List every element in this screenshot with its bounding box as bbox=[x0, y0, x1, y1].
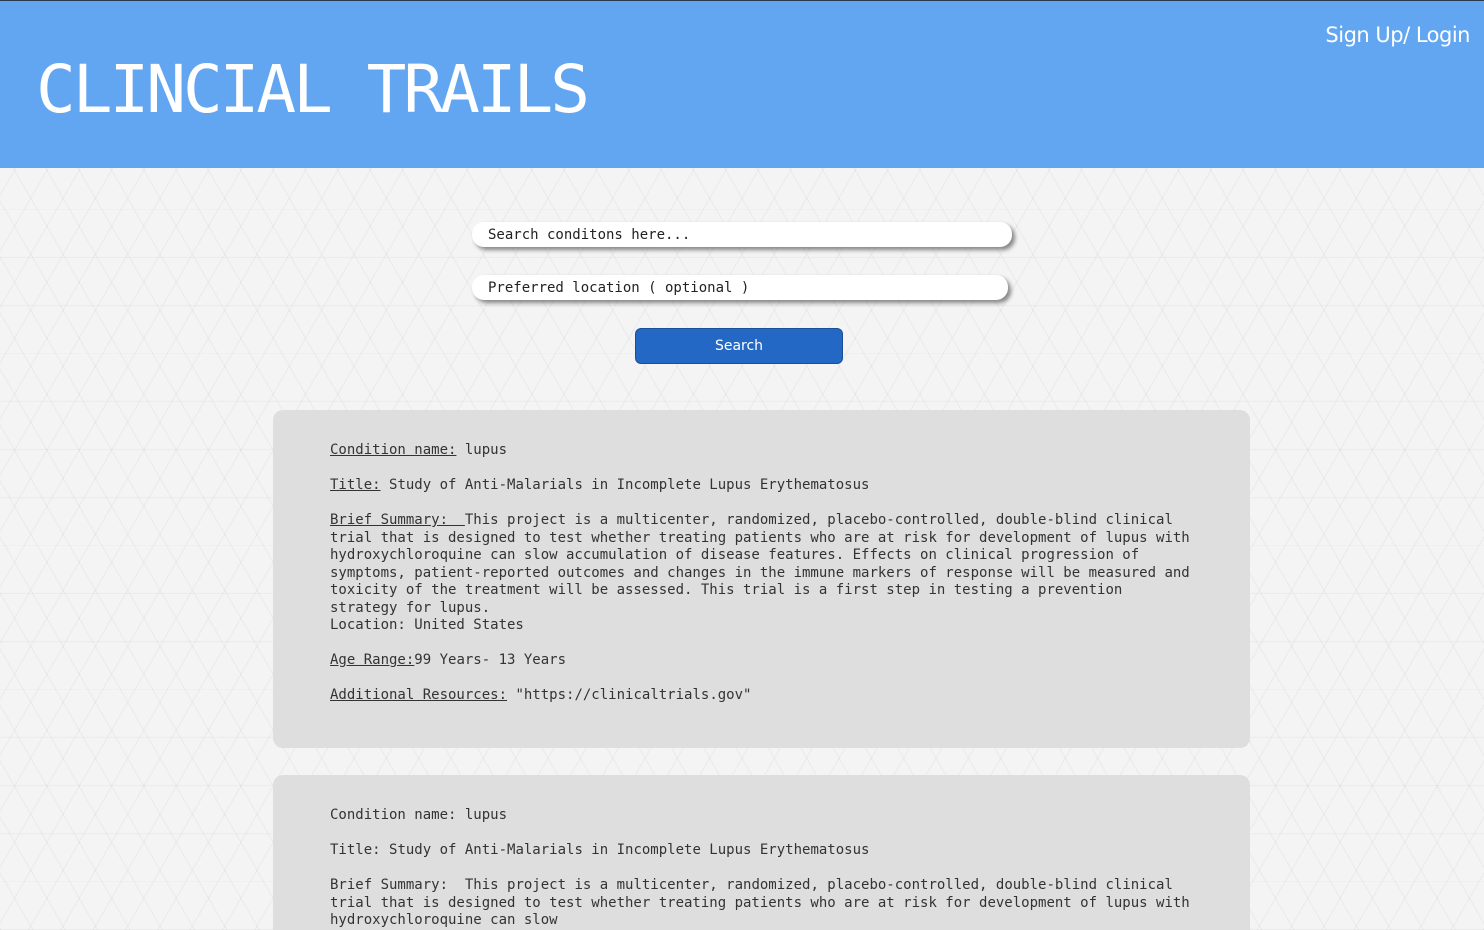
summary-label: Brief Summary: bbox=[330, 877, 449, 893]
title-label: Title: bbox=[330, 842, 381, 858]
condition-row: Condition name: lupus bbox=[330, 807, 1194, 825]
title-label: Title: bbox=[330, 477, 381, 493]
location-row: Location: United States bbox=[330, 617, 524, 633]
condition-row: Condition name: lupus bbox=[330, 442, 1194, 460]
sign-up-login-link[interactable]: Sign Up/ Login bbox=[1325, 23, 1470, 47]
site-header: CLINCIAL TRAILS Sign Up/ Login bbox=[0, 0, 1484, 168]
summary-row: Brief Summary: This project is a multice… bbox=[330, 512, 1194, 617]
title-value: Study of Anti-Malarials in Incomplete Lu… bbox=[389, 477, 870, 493]
location-input[interactable] bbox=[472, 275, 1008, 300]
search-button[interactable]: Search bbox=[635, 328, 843, 364]
condition-label: Condition name: bbox=[330, 442, 457, 458]
resources-row: Additional Resources: "https://clinicalt… bbox=[330, 687, 1194, 705]
condition-value: lupus bbox=[464, 807, 508, 823]
result-card: Condition name: lupus Title: Study of An… bbox=[273, 410, 1250, 748]
summary-value: This project is a multicenter, randomize… bbox=[330, 877, 1190, 928]
conditions-search-input[interactable] bbox=[472, 222, 1012, 247]
age-label: Age Range: bbox=[330, 652, 415, 668]
condition-value: lupus bbox=[464, 442, 508, 458]
condition-label: Condition name: bbox=[330, 807, 457, 823]
title-value: Study of Anti-Malarials in Incomplete Lu… bbox=[389, 842, 870, 858]
title-row: Title: Study of Anti-Malarials in Incomp… bbox=[330, 842, 1194, 860]
summary-label: Brief Summary: bbox=[330, 512, 449, 528]
age-row: Age Range:99 Years- 13 Years bbox=[330, 652, 1194, 670]
result-card: Condition name: lupus Title: Study of An… bbox=[273, 775, 1250, 930]
summary-row: Brief Summary: This project is a multice… bbox=[330, 877, 1194, 930]
resources-label: Additional Resources: bbox=[330, 687, 508, 703]
title-row: Title: Study of Anti-Malarials in Incomp… bbox=[330, 477, 1194, 495]
age-value: 99 Years- 13 Years bbox=[414, 652, 567, 668]
resources-value[interactable]: "https://clinicaltrials.gov" bbox=[515, 687, 751, 703]
site-title: CLINCIAL TRAILS bbox=[36, 51, 590, 128]
